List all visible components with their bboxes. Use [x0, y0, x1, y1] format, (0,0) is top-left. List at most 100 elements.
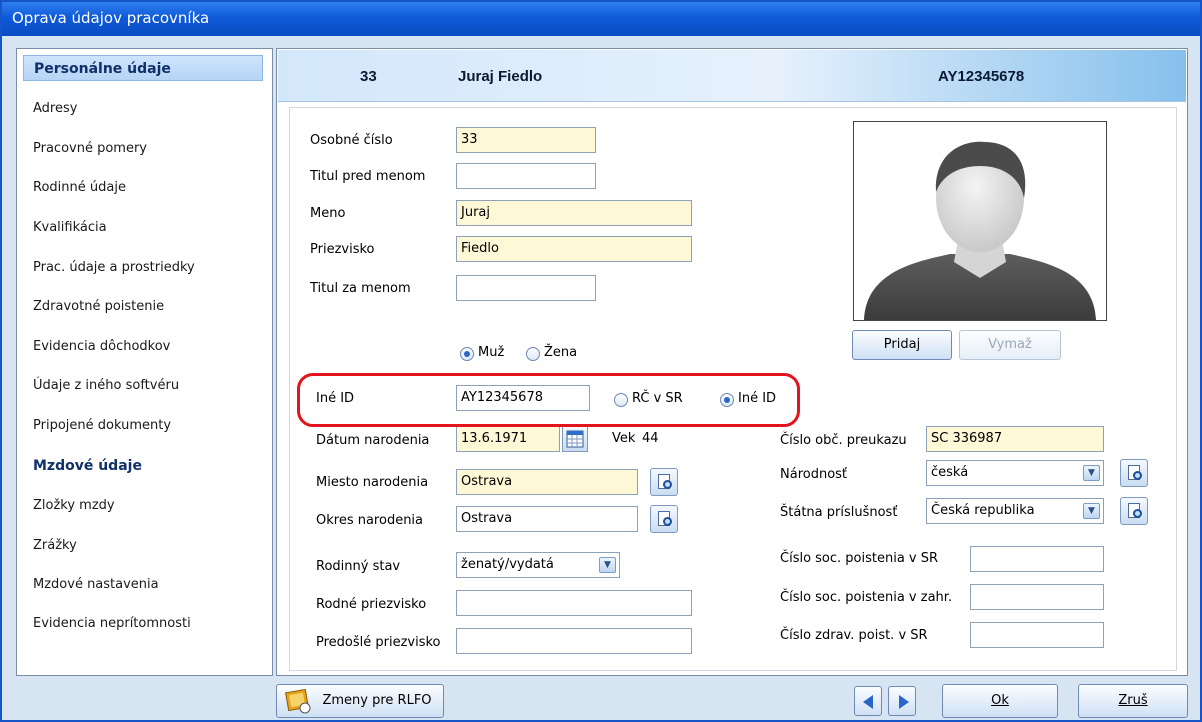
okres-narodenia-field[interactable]: Ostrava: [456, 506, 638, 532]
sidebar-item-prac-udaje[interactable]: Prac. údaje a prostriedky: [23, 254, 263, 280]
sidebar-item-zrazky[interactable]: Zrážky: [23, 532, 263, 558]
photo-frame: [853, 121, 1107, 321]
meno-field[interactable]: Juraj: [456, 200, 692, 226]
sidebar: Personálne údaje Adresy Pracovné pomery …: [16, 48, 273, 676]
main-panel: 33 Juraj Fiedlo AY12345678 Osobné číslo …: [276, 48, 1188, 676]
osobne-cislo-label: Osobné číslo: [310, 133, 393, 148]
rc-v-sr-radio[interactable]: [614, 393, 628, 407]
titul-za-field[interactable]: [456, 275, 596, 301]
titul-pred-field[interactable]: [456, 163, 596, 189]
priezvisko-field[interactable]: Fiedlo: [456, 236, 692, 262]
vek-value: 44: [642, 431, 659, 446]
sidebar-item-personalne-udaje[interactable]: Personálne údaje: [23, 55, 263, 81]
sidebar-item-evidencia-nepritomnosti[interactable]: Evidencia neprítomnosti: [23, 610, 263, 636]
datum-narodenia-label: Dátum narodenia: [316, 433, 430, 448]
miesto-narodenia-field[interactable]: Ostrava: [456, 469, 638, 495]
rodne-priezvisko-label: Rodné priezvisko: [316, 597, 427, 612]
meno-label: Meno: [310, 206, 346, 221]
chevron-down-icon[interactable]: ▼: [599, 557, 616, 573]
rodne-priezvisko-field[interactable]: [456, 590, 692, 616]
rlfo-changes-label: Zmeny pre RLFO: [322, 693, 432, 708]
narodnost-label: Národnosť: [780, 467, 848, 482]
sidebar-item-zdravotne-poistenie[interactable]: Zdravotné poistenie: [23, 293, 263, 319]
search-icon: [1133, 471, 1142, 480]
okres-narodenia-label: Okres narodenia: [316, 513, 424, 528]
arrow-right-icon: [899, 695, 909, 709]
sidebar-item-rodinne-udaje[interactable]: Rodinné údaje: [23, 174, 263, 200]
book-icon: [285, 688, 311, 714]
okres-lookup-button[interactable]: [650, 505, 678, 533]
sidebar-item-udaje-z-ineho-softveru[interactable]: Údaje z iného softvéru: [23, 372, 263, 398]
gender-female-radio[interactable]: [526, 347, 540, 361]
gender-female-label[interactable]: Žena: [544, 345, 577, 360]
cancel-label: Zruš: [1118, 693, 1148, 708]
dialog-window: Oprava údajov pracovníka Personálne údaj…: [0, 0, 1202, 722]
employee-header: 33 Juraj Fiedlo AY12345678: [278, 50, 1186, 102]
ine-id-radio[interactable]: [720, 393, 734, 407]
window-title: Oprava údajov pracovníka: [2, 2, 1200, 36]
predosle-priezvisko-label: Predošlé priezvisko: [316, 635, 441, 650]
sidebar-section-mzdove-udaje[interactable]: Mzdové údaje: [23, 452, 263, 478]
cislo-obc-label: Číslo obč. preukazu: [780, 433, 907, 448]
datum-narodenia-field[interactable]: 13.6.1971: [456, 426, 560, 452]
rlfo-changes-button[interactable]: Zmeny pre RLFO: [276, 684, 444, 718]
soc-zahr-label: Číslo soc. poistenia v zahr.: [780, 590, 953, 605]
header-employee-number: 33: [360, 68, 377, 85]
add-photo-button[interactable]: Pridaj: [852, 330, 952, 360]
sidebar-item-pracovne-pomery[interactable]: Pracovné pomery: [23, 135, 263, 161]
priezvisko-label: Priezvisko: [310, 242, 375, 257]
soc-sr-label: Číslo soc. poistenia v SR: [780, 551, 939, 566]
rc-v-sr-label[interactable]: RČ v SR: [632, 391, 683, 406]
narodnost-select[interactable]: česká ▼: [926, 460, 1104, 486]
sidebar-item-evidencia-dochodkov[interactable]: Evidencia dôchodkov: [23, 333, 263, 359]
rodinny-stav-label: Rodinný stav: [316, 559, 401, 574]
soc-zahr-field[interactable]: [970, 584, 1104, 610]
statna-prislusnost-select[interactable]: Česká republika ▼: [926, 498, 1104, 524]
cancel-button[interactable]: Zruš: [1078, 684, 1188, 718]
calendar-icon: [566, 430, 584, 448]
calendar-button[interactable]: [562, 426, 588, 452]
miesto-narodenia-label: Miesto narodenia: [316, 475, 429, 490]
rodinny-stav-select[interactable]: ženatý/vydatá ▼: [456, 552, 620, 578]
ok-label: Ok: [991, 693, 1009, 708]
ok-button[interactable]: Ok: [942, 684, 1058, 718]
dialog-footer: Zmeny pre RLFO Ok Zruš: [2, 680, 1200, 720]
titul-pred-label: Titul pred menom: [310, 169, 426, 184]
statna-prislusnost-value: Česká republika: [931, 503, 1035, 518]
predosle-priezvisko-field[interactable]: [456, 628, 692, 654]
arrow-left-icon: [863, 695, 873, 709]
statna-prislusnost-lookup-button[interactable]: [1120, 497, 1148, 525]
chevron-down-icon[interactable]: ▼: [1083, 465, 1100, 481]
narodnost-value: česká: [931, 465, 969, 480]
sidebar-item-mzdove-nastavenia[interactable]: Mzdové nastavenia: [23, 571, 263, 597]
sidebar-item-kvalifikacia[interactable]: Kvalifikácia: [23, 214, 263, 240]
soc-sr-field[interactable]: [970, 546, 1104, 572]
rodinny-stav-value: ženatý/vydatá: [461, 557, 554, 572]
ine-id-label: Iné ID: [316, 391, 355, 406]
chevron-down-icon[interactable]: ▼: [1083, 503, 1100, 519]
previous-record-button[interactable]: [854, 686, 882, 716]
remove-photo-button[interactable]: Vymaž: [959, 330, 1061, 360]
zdrav-sr-field[interactable]: [970, 622, 1104, 648]
gender-male-radio[interactable]: [460, 347, 474, 361]
header-employee-name: Juraj Fiedlo: [458, 68, 543, 85]
user-avatar-icon: [864, 141, 1096, 320]
zdrav-sr-label: Číslo zdrav. poist. v SR: [780, 628, 928, 643]
header-employee-id: AY12345678: [938, 68, 1025, 85]
ine-id-field[interactable]: AY12345678: [456, 385, 590, 411]
search-icon: [1133, 509, 1142, 518]
gender-male-label[interactable]: Muž: [478, 345, 504, 360]
osobne-cislo-field[interactable]: 33: [456, 127, 596, 153]
sidebar-item-adresy[interactable]: Adresy: [23, 95, 263, 121]
miesto-lookup-button[interactable]: [650, 468, 678, 496]
titul-za-label: Titul za menom: [310, 281, 411, 296]
sidebar-item-pripojene-dokumenty[interactable]: Pripojené dokumenty: [23, 412, 263, 438]
search-icon: [663, 480, 672, 489]
ine-id-radio-label[interactable]: Iné ID: [738, 391, 776, 406]
next-record-button[interactable]: [888, 686, 916, 716]
narodnost-lookup-button[interactable]: [1120, 459, 1148, 487]
vek-label: Vek: [612, 431, 636, 446]
sidebar-item-zlozky-mzdy[interactable]: Zložky mzdy: [23, 492, 263, 518]
statna-prislusnost-label: Štátna príslušnosť: [780, 505, 898, 520]
cislo-obc-field[interactable]: SC 336987: [926, 426, 1104, 452]
